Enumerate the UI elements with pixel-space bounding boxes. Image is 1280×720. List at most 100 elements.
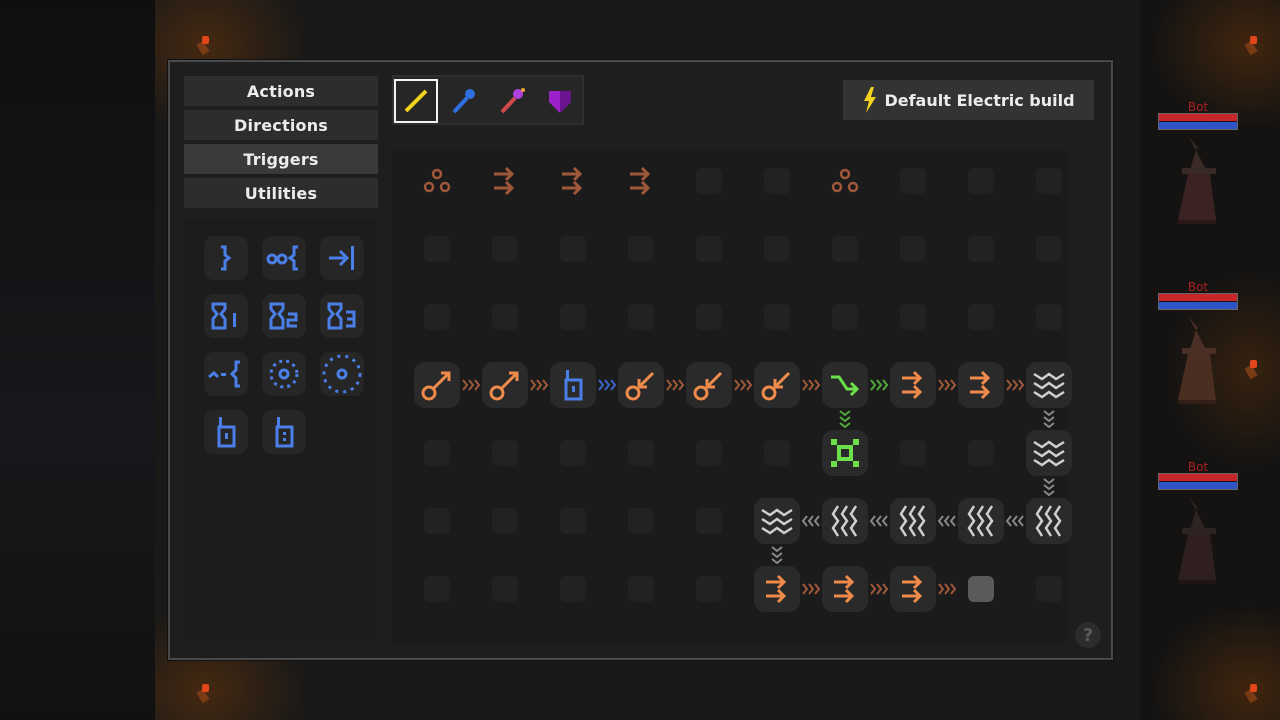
locked-slot[interactable] xyxy=(958,566,1004,612)
empty-slot[interactable] xyxy=(414,430,460,476)
blue-staff-tab[interactable] xyxy=(442,79,486,123)
empty-slot[interactable] xyxy=(482,566,528,612)
spell-keyin-icon[interactable] xyxy=(686,362,732,408)
close-brace-icon[interactable] xyxy=(204,236,248,280)
empty-slot[interactable] xyxy=(822,294,868,340)
spell-key-icon[interactable] xyxy=(482,362,528,408)
category-triggers-button[interactable]: Triggers xyxy=(184,144,378,174)
empty-slot[interactable] xyxy=(414,294,460,340)
walkie-trigger-icon[interactable] xyxy=(204,410,248,454)
empty-slot[interactable] xyxy=(414,566,460,612)
spell-dblarrow-icon[interactable] xyxy=(890,566,936,612)
spell-wavesdown-icon[interactable] xyxy=(1026,362,1072,408)
empty-slot[interactable] xyxy=(618,226,664,272)
shield-tab[interactable] xyxy=(538,79,582,123)
enemy-bot[interactable]: Bot xyxy=(1158,100,1238,230)
timer-1-icon[interactable] xyxy=(204,294,248,338)
empty-slot[interactable] xyxy=(686,226,732,272)
empty-slot[interactable] xyxy=(618,430,664,476)
blue-staff-icon xyxy=(452,89,475,114)
empty-slot[interactable] xyxy=(754,158,800,204)
large-aura-icon[interactable] xyxy=(320,352,364,396)
empty-slot[interactable] xyxy=(958,430,1004,476)
default-build-button[interactable]: Default Electric build xyxy=(843,80,1094,120)
enemy-bot[interactable]: Bot xyxy=(1158,460,1238,590)
empty-slot[interactable] xyxy=(754,226,800,272)
spell-dblarrow-icon[interactable] xyxy=(482,158,528,204)
split-branch-icon[interactable] xyxy=(204,352,248,396)
empty-slot[interactable] xyxy=(958,226,1004,272)
category-actions-button[interactable]: Actions xyxy=(184,76,378,106)
spell-zap-icon[interactable] xyxy=(822,362,868,408)
empty-slot[interactable] xyxy=(550,498,596,544)
empty-slot[interactable] xyxy=(890,158,936,204)
help-button[interactable]: ? xyxy=(1075,622,1101,648)
spell-wavesleft-icon[interactable] xyxy=(822,498,868,544)
spell-wavesleft-icon[interactable] xyxy=(1026,498,1072,544)
empty-slot[interactable] xyxy=(890,294,936,340)
enemy-bot[interactable]: Bot xyxy=(1158,280,1238,410)
empty-slot[interactable] xyxy=(550,294,596,340)
empty-slot[interactable] xyxy=(482,498,528,544)
empty-slot[interactable] xyxy=(550,566,596,612)
spell-wavesdown-icon[interactable] xyxy=(754,498,800,544)
empty-slot[interactable] xyxy=(482,294,528,340)
spell-walkie-icon[interactable] xyxy=(550,362,596,408)
yellow-wand-tab[interactable] xyxy=(394,79,438,123)
connector-chevron xyxy=(1043,410,1055,429)
empty-slot[interactable] xyxy=(890,226,936,272)
empty-slot[interactable] xyxy=(1026,294,1072,340)
small-aura-icon[interactable] xyxy=(262,352,306,396)
empty-slot[interactable] xyxy=(890,430,936,476)
empty-slot[interactable] xyxy=(754,430,800,476)
empty-slot[interactable] xyxy=(414,498,460,544)
empty-slot[interactable] xyxy=(550,226,596,272)
spell-dblarrow-icon[interactable] xyxy=(890,362,936,408)
empty-slot[interactable] xyxy=(618,294,664,340)
spell-key-icon[interactable] xyxy=(414,362,460,408)
skip-to-end-icon[interactable] xyxy=(320,236,364,280)
spell-wavesdown-icon[interactable] xyxy=(1026,430,1072,476)
empty-slot[interactable] xyxy=(686,498,732,544)
empty-slot[interactable] xyxy=(686,566,732,612)
empty-slot[interactable] xyxy=(482,226,528,272)
spell-dblarrow-icon[interactable] xyxy=(550,158,596,204)
infinite-loop-icon[interactable] xyxy=(262,236,306,280)
empty-slot[interactable] xyxy=(822,226,868,272)
spell-keyin-icon[interactable] xyxy=(618,362,664,408)
empty-slot[interactable] xyxy=(618,498,664,544)
connector-chevron xyxy=(839,410,851,429)
spell-dblarrow-icon[interactable] xyxy=(958,362,1004,408)
empty-slot[interactable] xyxy=(618,566,664,612)
empty-slot[interactable] xyxy=(958,158,1004,204)
timer-2-icon[interactable] xyxy=(262,294,306,338)
spell-wavesleft-icon[interactable] xyxy=(958,498,1004,544)
spell-triple-icon[interactable] xyxy=(414,158,460,204)
empty-slot[interactable] xyxy=(1026,226,1072,272)
empty-slot[interactable] xyxy=(686,294,732,340)
category-directions-button[interactable]: Directions xyxy=(184,110,378,140)
spell-dblarrow-icon[interactable] xyxy=(618,158,664,204)
spell-triple-icon[interactable] xyxy=(822,158,868,204)
empty-slot[interactable] xyxy=(414,226,460,272)
category-utilities-button[interactable]: Utilities xyxy=(184,178,378,208)
empty-slot[interactable] xyxy=(686,430,732,476)
weapon-tab-bar xyxy=(392,75,584,125)
connector-chevron xyxy=(1005,515,1024,527)
empty-slot[interactable] xyxy=(686,158,732,204)
empty-slot[interactable] xyxy=(1026,158,1072,204)
walkie-trigger-2-icon[interactable] xyxy=(262,410,306,454)
empty-slot[interactable] xyxy=(754,294,800,340)
spell-dblarrow-icon[interactable] xyxy=(754,566,800,612)
timer-3-icon[interactable] xyxy=(320,294,364,338)
bot-mana-bar xyxy=(1159,302,1237,309)
empty-slot[interactable] xyxy=(550,430,596,476)
spell-keyin-icon[interactable] xyxy=(754,362,800,408)
spell-wavesleft-icon[interactable] xyxy=(890,498,936,544)
magic-wand-tab[interactable] xyxy=(490,79,534,123)
spell-dblarrow-icon[interactable] xyxy=(822,566,868,612)
empty-slot[interactable] xyxy=(1026,566,1072,612)
empty-slot[interactable] xyxy=(958,294,1004,340)
empty-slot[interactable] xyxy=(482,430,528,476)
spell-electric-icon[interactable] xyxy=(822,430,868,476)
